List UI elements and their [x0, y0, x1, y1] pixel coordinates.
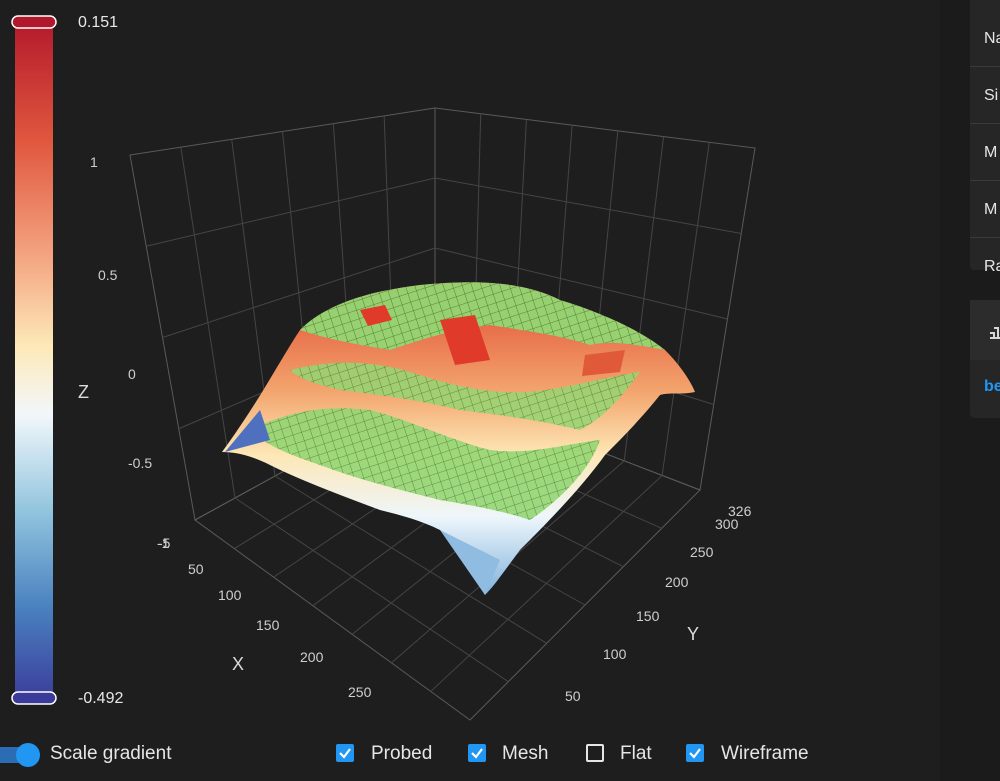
- y-tick-label: 200: [665, 574, 689, 590]
- y-axis-label: Y: [687, 624, 699, 644]
- z-tick-label: -0.5: [128, 455, 152, 471]
- mesh-3d-plot[interactable]: Z X Y 1 0.5 0 -0.5 -1 -5 50 100 150 200 250 50 100…: [0, 0, 940, 781]
- y-tick-label: 100: [603, 646, 627, 662]
- x-tick-label: 200: [300, 649, 324, 665]
- probed-checkbox[interactable]: [336, 744, 354, 762]
- info-row-name: Na: [970, 10, 1000, 67]
- mesh-surface: [222, 282, 695, 595]
- z-tick-labels: 10.50-0.5-1: [90, 154, 170, 551]
- info-row-max: M: [970, 124, 1000, 181]
- x-axis-label: X: [232, 654, 244, 674]
- x-tick-label: -5: [158, 535, 171, 551]
- wireframe-label: Wireframe: [721, 743, 809, 764]
- x-tick-label: 250: [348, 684, 372, 700]
- grid-line: [434, 177, 742, 234]
- profiles-card: be: [970, 300, 1000, 418]
- colorbar-min-value: -0.492: [78, 690, 124, 707]
- scale-gradient-label: Scale gradient: [50, 743, 172, 764]
- flat-checkbox[interactable]: [586, 744, 604, 762]
- profile-link[interactable]: be: [984, 378, 1000, 396]
- colorbar: [15, 18, 53, 702]
- mesh-label: Mesh: [502, 743, 549, 764]
- y-tick-label: 50: [565, 688, 581, 704]
- colorbar-max-handle[interactable]: [11, 15, 57, 29]
- x-tick-label: 100: [218, 587, 242, 603]
- profile-icon: [990, 327, 1000, 339]
- probed-label: Probed: [371, 743, 433, 764]
- y-tick-label: 250: [690, 544, 714, 560]
- mesh-checkbox[interactable]: [468, 744, 486, 762]
- info-row-size: Si: [970, 67, 1000, 124]
- colorbar-min-handle[interactable]: [11, 691, 57, 705]
- scale-gradient-toggle[interactable]: [0, 742, 42, 768]
- y-tick-label: 150: [636, 608, 660, 624]
- wireframe-checkbox[interactable]: [686, 744, 704, 762]
- info-row-min: M: [970, 181, 1000, 238]
- z-axis-label: Z: [78, 382, 89, 402]
- mesh-info-card: Na Si M M Ra: [970, 0, 1000, 275]
- z-tick-label: 0.5: [98, 267, 118, 283]
- y-tick-labels: 50100150200250300326: [565, 503, 752, 704]
- profiles-card-header: [970, 300, 1000, 360]
- toggle-knob: [16, 743, 40, 767]
- x-tick-label: 50: [188, 561, 204, 577]
- grid-line: [661, 142, 710, 476]
- y-tick-label: 326: [728, 503, 752, 519]
- x-tick-label: 150: [256, 617, 280, 633]
- z-tick-label: 1: [90, 154, 98, 170]
- z-tick-label: 0: [128, 366, 136, 382]
- side-panel: Na Si M M Ra be: [940, 0, 1000, 781]
- x-tick-labels: -5 50 100 150 200 250: [158, 535, 372, 700]
- info-row-range: Ra: [984, 258, 1000, 275]
- colorbar-max-value: 0.151: [78, 14, 119, 31]
- plot-canvas[interactable]: Z X Y 10.50-0.5-1 -550100150200250 50100…: [0, 0, 940, 781]
- flat-label: Flat: [620, 743, 652, 764]
